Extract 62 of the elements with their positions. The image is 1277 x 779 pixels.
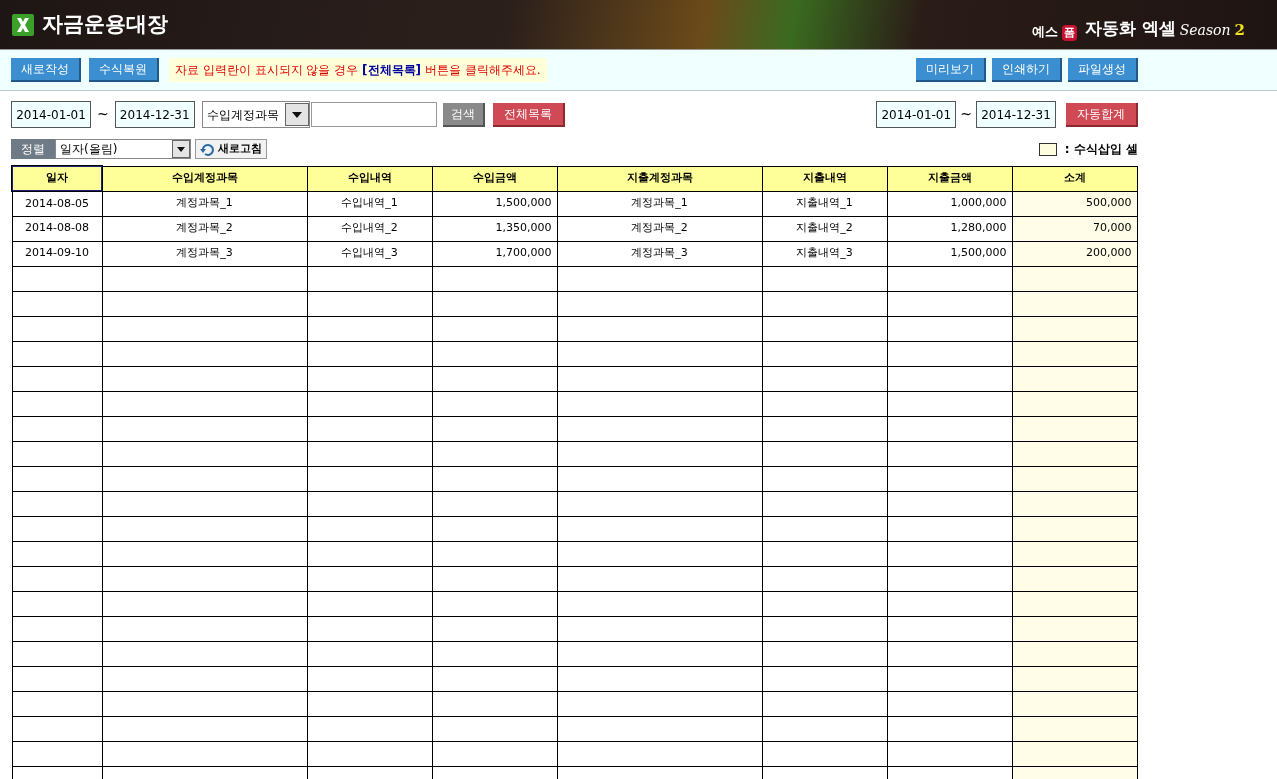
table-cell: 수입내역_3 <box>307 241 432 266</box>
table-cell: 200,000 <box>1012 241 1137 266</box>
table-cell: 지출내역_2 <box>762 216 887 241</box>
legend-text: : 수식삽입 셀 <box>1064 141 1138 158</box>
table-cell: 지출내역_1 <box>762 191 887 216</box>
brand-season: Season <box>1179 21 1231 41</box>
table-cell: 2014-08-05 <box>12 191 102 216</box>
column-header: 소계 <box>1012 166 1137 191</box>
toolbar-button[interactable]: 수식복원 <box>89 58 159 82</box>
brand-prefix: 예스 <box>1031 22 1058 41</box>
toolbar-button[interactable]: 미리보기 <box>916 58 986 82</box>
table-cell: 계정과목_1 <box>102 191 307 216</box>
auto-sum-button[interactable]: 자동합계 <box>1066 102 1138 127</box>
table-cell: 지출내역_3 <box>762 241 887 266</box>
total-start-date-field[interactable]: 2014-01-01 <box>876 101 957 128</box>
table-cell: 70,000 <box>1012 216 1137 241</box>
column-header: 지출내역 <box>762 166 887 191</box>
table-cell: 1,350,000 <box>432 216 557 241</box>
table-cell: 1,500,000 <box>432 191 557 216</box>
table-cell: 계정과목_3 <box>557 241 762 266</box>
toolbar-button[interactable]: 파일생성 <box>1068 58 1138 82</box>
column-header: 지출금액 <box>887 166 1012 191</box>
toolbar-button[interactable]: 인쇄하기 <box>992 58 1062 82</box>
toolbar-button[interactable]: 새로작성 <box>11 58 81 82</box>
spreadsheet-logo-icon <box>12 13 34 36</box>
sort-dropdown[interactable]: 일자(올림) <box>55 139 191 159</box>
table-cell: 계정과목_2 <box>102 216 307 241</box>
table-cell: 500,000 <box>1012 191 1137 216</box>
search-button[interactable]: 검색 <box>442 102 485 127</box>
brand-badge: 폼 <box>1061 24 1077 42</box>
full-list-button[interactable]: 전체목록 <box>492 102 565 127</box>
start-date-field[interactable]: 2014-01-01 <box>11 101 91 128</box>
brand-name: 자동화 엑셀 <box>1084 16 1176 40</box>
end-date-field[interactable]: 2014-12-31 <box>114 101 195 128</box>
refresh-button[interactable]: 새로고침 <box>195 139 267 159</box>
field-dropdown[interactable]: 수입계정과목 <box>201 101 310 128</box>
formula-cell-swatch <box>1038 142 1057 156</box>
refresh-arrow-icon <box>200 142 214 156</box>
total-end-date-field[interactable]: 2014-12-31 <box>976 101 1056 128</box>
table-cell: 2014-09-10 <box>12 241 102 266</box>
search-input-field[interactable] <box>310 102 437 127</box>
notice-message: 자료 입력란이 표시되지 않을 경우 [전체목록] 버튼을 클릭해주세요. <box>169 58 547 82</box>
column-header: 수입계정과목 <box>102 166 307 191</box>
tilde-separator: ~ <box>97 105 109 124</box>
column-header: 지출계정과목 <box>557 166 762 191</box>
table-cell: 수입내역_2 <box>307 216 432 241</box>
tilde-separator: ~ <box>960 105 972 124</box>
table-cell: 계정과목_1 <box>557 191 762 216</box>
table-cell: 1,500,000 <box>887 241 1012 266</box>
column-header: 수입금액 <box>432 166 557 191</box>
table-cell: 1,000,000 <box>887 191 1012 216</box>
table-cell: 1,700,000 <box>432 241 557 266</box>
table-cell: 수입내역_1 <box>307 191 432 216</box>
table-cell: 2014-08-08 <box>12 216 102 241</box>
column-header: 일자 <box>12 166 102 191</box>
table-cell: 1,280,000 <box>887 216 1012 241</box>
table-cell: 계정과목_2 <box>557 216 762 241</box>
table-cell: 계정과목_3 <box>102 241 307 266</box>
column-header: 수입내역 <box>307 166 432 191</box>
sort-label: 정렬 <box>11 139 55 159</box>
brand-season-number: 2 <box>1234 19 1245 41</box>
page-title: 자금운용대장 <box>42 10 168 38</box>
